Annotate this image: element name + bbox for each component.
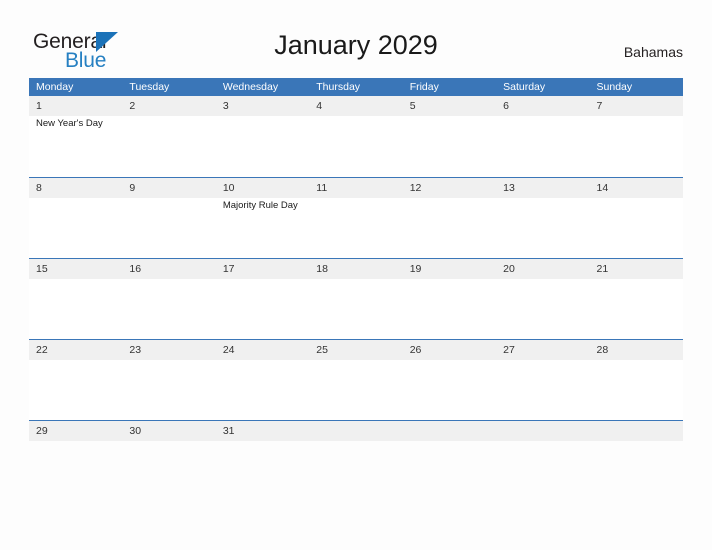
calendar-day-cell[interactable]: 14 <box>589 178 683 258</box>
calendar-day-cell[interactable]: 12 <box>402 178 497 258</box>
day-number: 28 <box>596 344 609 356</box>
day-number: 31 <box>222 425 235 437</box>
calendar-day-cell[interactable]: 19 <box>402 259 497 339</box>
calendar-day-cell[interactable]: 9 <box>122 178 216 258</box>
calendar-body: 1 New Year's Day 2 3 4 5 6 7 8 9 10 Majority Rule D… <box>29 96 683 441</box>
calendar-day-cell[interactable]: 4 <box>309 96 403 177</box>
day-number: 18 <box>316 263 328 275</box>
calendar-day-cell[interactable]: 7 <box>589 96 683 177</box>
calendar-day-cell[interactable]: 15 <box>29 259 123 339</box>
calendar-week-row: 1 New Year's Day 2 3 4 5 6 7 <box>29 96 683 177</box>
calendar-day-cell[interactable]: 3 <box>215 96 310 177</box>
calendar-week-row: 22 23 24 25 26 27 28 <box>29 339 683 420</box>
calendar-day-cell[interactable]: 29 <box>29 421 123 441</box>
calendar-day-cell[interactable]: 17 <box>215 259 310 339</box>
calendar-day-cell-empty <box>496 421 590 441</box>
calendar-day-cell[interactable]: 10 Majority Rule Day <box>215 178 310 258</box>
calendar-day-cell[interactable]: 16 <box>122 259 216 339</box>
day-number-band <box>309 421 403 441</box>
day-number-band <box>29 96 123 116</box>
day-number-band <box>215 96 310 116</box>
calendar-day-cell-empty <box>402 421 497 441</box>
day-number: 12 <box>409 182 422 194</box>
calendar-day-cell[interactable]: 2 <box>122 96 216 177</box>
calendar-day-cell[interactable]: 28 <box>589 340 683 420</box>
page-title: January 2029 <box>274 30 438 60</box>
day-number: 5 <box>409 100 416 112</box>
day-number: 26 <box>409 344 422 356</box>
day-number: 20 <box>503 263 515 275</box>
day-number: 14 <box>596 182 609 194</box>
calendar-day-cell[interactable]: 6 <box>496 96 590 177</box>
day-number: 13 <box>503 182 515 194</box>
calendar-day-cell[interactable]: 25 <box>309 340 403 420</box>
day-number-band <box>29 178 123 198</box>
weekday-header-tuesday: Tuesday <box>129 81 170 93</box>
day-number: 30 <box>129 425 142 437</box>
weekday-header-friday: Friday <box>409 81 439 93</box>
day-number: 21 <box>596 263 609 275</box>
calendar-day-cell[interactable]: 27 <box>496 340 590 420</box>
calendar-day-cell[interactable]: 26 <box>402 340 497 420</box>
calendar-day-cell[interactable]: 23 <box>122 340 216 420</box>
day-number: 11 <box>316 182 328 194</box>
day-number-band <box>496 96 590 116</box>
day-number: 25 <box>316 344 328 356</box>
day-number: 15 <box>36 263 48 275</box>
day-number: 2 <box>129 100 136 112</box>
day-number-band <box>496 421 590 441</box>
day-number-band <box>122 178 216 198</box>
day-number: 23 <box>129 344 142 356</box>
calendar-day-cell[interactable]: 22 <box>29 340 123 420</box>
day-number: 4 <box>316 100 323 112</box>
calendar-day-cell[interactable]: 18 <box>309 259 403 339</box>
calendar-week-row: 8 9 10 Majority Rule Day 11 12 13 14 <box>29 177 683 258</box>
weekday-header-sunday: Sunday <box>596 81 633 93</box>
calendar-day-cell-empty <box>309 421 403 441</box>
day-number-band <box>122 96 216 116</box>
calendar-day-cell[interactable]: 31 <box>215 421 310 441</box>
calendar-week-row: 15 16 17 18 19 20 21 <box>29 258 683 339</box>
day-number-band <box>402 96 497 116</box>
day-number: 6 <box>503 100 509 112</box>
day-number: 19 <box>409 263 422 275</box>
calendar-day-cell[interactable]: 21 <box>589 259 683 339</box>
day-number: 10 <box>222 182 235 194</box>
calendar-day-cell[interactable]: 1 New Year's Day <box>29 96 123 177</box>
day-number: 7 <box>596 100 603 112</box>
day-number: 16 <box>129 263 142 275</box>
calendar-day-cell[interactable]: 20 <box>496 259 590 339</box>
day-number: 17 <box>222 263 235 275</box>
calendar-day-cell[interactable]: 30 <box>122 421 216 441</box>
calendar-day-cell[interactable]: 11 <box>309 178 403 258</box>
weekday-header-monday: Monday <box>36 81 74 93</box>
day-number: 29 <box>36 425 48 437</box>
calendar-week-row: 29 30 31 <box>29 420 683 441</box>
day-number: 1 <box>36 100 42 112</box>
calendar-day-cell[interactable]: 8 <box>29 178 123 258</box>
calendar-day-cell-empty <box>589 421 683 441</box>
day-number: 27 <box>503 344 515 356</box>
weekday-header-wednesday: Wednesday <box>222 81 279 93</box>
calendar-day-cell[interactable]: 24 <box>215 340 310 420</box>
day-number: 22 <box>36 344 48 356</box>
country-label: Bahamas <box>623 44 683 60</box>
calendar-day-cell[interactable]: 5 <box>402 96 497 177</box>
day-number-band <box>309 96 403 116</box>
calendar-grid: Monday Tuesday Wednesday Thursday Friday Satu… <box>29 78 683 441</box>
day-number: 3 <box>222 100 229 112</box>
day-number: 24 <box>222 344 235 356</box>
day-number: 8 <box>36 182 42 194</box>
day-number-band <box>402 421 497 441</box>
calendar-day-cell[interactable]: 13 <box>496 178 590 258</box>
holiday-label: New Year's Day <box>36 118 103 129</box>
day-number: 9 <box>129 182 136 194</box>
weekday-header-saturday: Saturday <box>503 81 546 93</box>
weekday-header-row: Monday Tuesday Wednesday Thursday Friday Satu… <box>29 78 683 96</box>
holiday-label: Majority Rule Day <box>222 200 298 211</box>
page-header: General Blue January 2029 Bahamas <box>0 0 712 76</box>
day-number-band <box>589 421 683 441</box>
day-number-band <box>589 96 683 116</box>
weekday-header-thursday: Thursday <box>316 81 361 93</box>
